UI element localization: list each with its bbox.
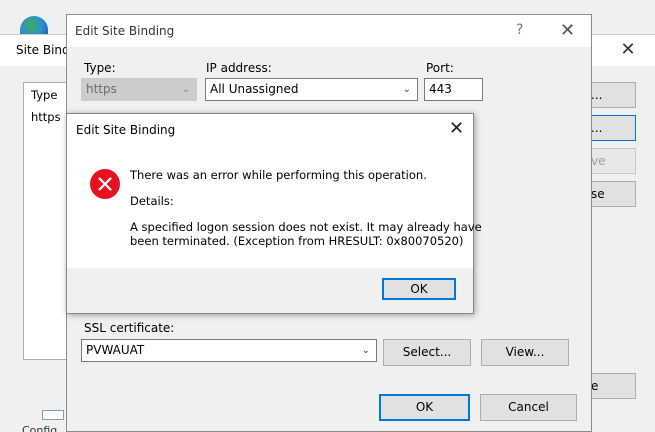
config-icon — [42, 410, 64, 420]
remove-button[interactable]: ve — [588, 148, 636, 174]
ip-address-select[interactable]: All Unassigned ⌄ — [205, 78, 418, 101]
close-icon[interactable]: ✕ — [449, 118, 464, 139]
error-ok-button[interactable]: OK — [382, 278, 456, 300]
add-button[interactable]: ... — [588, 82, 636, 108]
globe-icon — [20, 16, 48, 36]
type-select[interactable]: https ⌄ — [81, 78, 197, 101]
close-icon[interactable]: ✕ — [616, 38, 640, 62]
site-bindings-title: Site Bindi — [16, 43, 73, 57]
browse-button[interactable]: se — [588, 181, 636, 207]
port-label: Port: — [426, 61, 454, 75]
details-text-line-2: been terminated. (Exception from HRESULT… — [130, 234, 464, 248]
chevron-down-icon: ⌄ — [361, 345, 370, 356]
details-text-line-1: A specified logon session does not exist… — [130, 220, 482, 234]
ssl-certificate-select[interactable]: PVWAUAT ⌄ — [81, 339, 377, 362]
close-button[interactable]: e — [588, 373, 636, 399]
close-icon[interactable]: ✕ — [560, 20, 575, 41]
ssl-certificate-value: PVWAUAT — [86, 343, 145, 357]
edit-button[interactable]: ... — [588, 115, 636, 141]
view-button[interactable]: View... — [481, 339, 569, 366]
ip-address-label: IP address: — [206, 61, 272, 75]
ok-button[interactable]: OK — [379, 394, 470, 421]
type-value: https — [86, 82, 117, 96]
edit-site-binding-title: Edit Site Binding — [75, 24, 175, 38]
help-icon[interactable]: ? — [516, 22, 523, 38]
list-item[interactable]: https — [31, 110, 61, 124]
error-icon — [90, 169, 120, 199]
error-message: There was an error while performing this… — [130, 168, 427, 182]
ip-address-value: All Unassigned — [210, 82, 299, 96]
chevron-down-icon: ⌄ — [181, 84, 190, 95]
type-label: Type: — [84, 61, 116, 75]
chevron-down-icon: ⌄ — [402, 84, 411, 95]
port-input[interactable]: 443 — [424, 78, 483, 101]
details-label: Details: — [130, 194, 174, 208]
error-dialog-title: Edit Site Binding — [76, 123, 176, 137]
select-button[interactable]: Select... — [383, 339, 471, 366]
cancel-button[interactable]: Cancel — [480, 394, 577, 421]
ssl-certificate-label: SSL certificate: — [84, 321, 175, 335]
list-header-type[interactable]: Type — [31, 88, 57, 102]
config-label: Config — [22, 424, 58, 432]
